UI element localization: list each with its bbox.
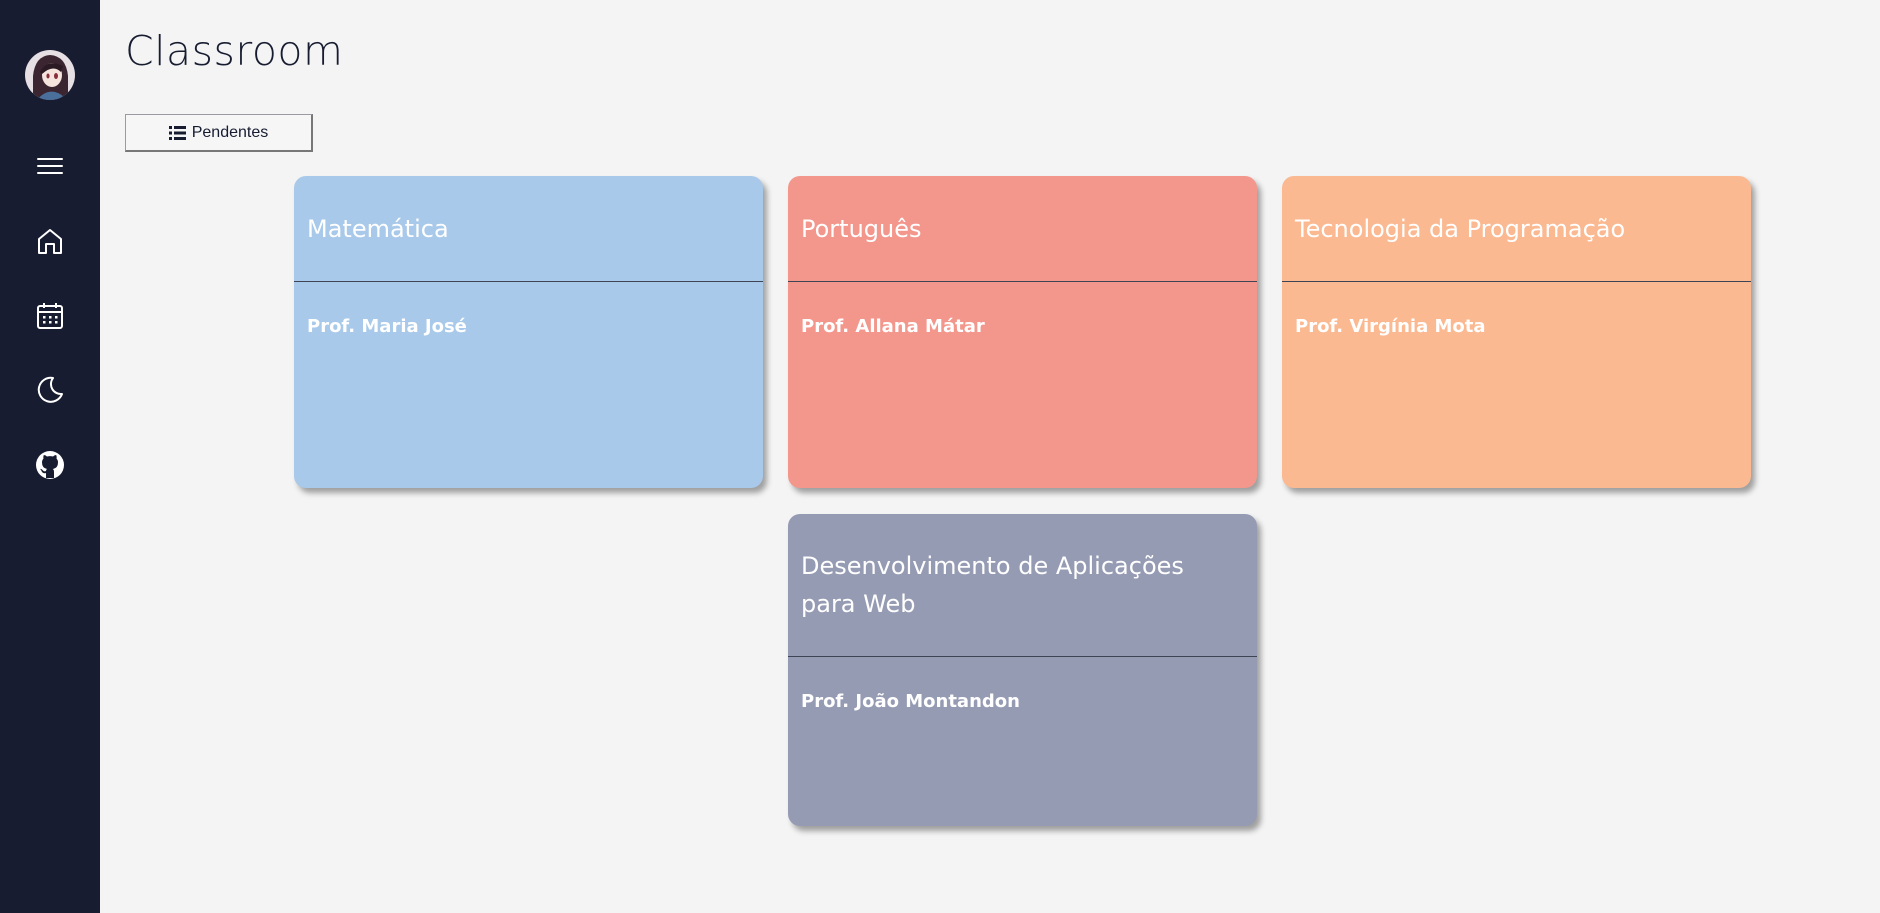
course-title: Desenvolvimento de Aplicações para Web [788, 514, 1257, 657]
course-card[interactable]: Tecnologia da Programação Prof. Virgínia… [1282, 176, 1751, 488]
avatar[interactable] [25, 50, 75, 100]
github-icon[interactable] [34, 449, 66, 481]
menu-icon[interactable] [34, 150, 66, 182]
home-icon[interactable] [34, 225, 66, 257]
page-title: Classroom [125, 27, 344, 75]
course-title: Matemática [294, 176, 763, 282]
course-teacher: Prof. Virgínia Mota [1295, 316, 1486, 337]
calendar-icon[interactable] [34, 300, 66, 332]
course-card[interactable]: Matemática Prof. Maria José [294, 176, 763, 488]
course-teacher: Prof. João Montandon [801, 691, 1020, 712]
course-card[interactable]: Desenvolvimento de Aplicações para Web P… [788, 514, 1257, 826]
list-icon [168, 125, 186, 140]
course-teacher: Prof. Maria José [307, 316, 467, 337]
moon-icon[interactable] [34, 374, 66, 406]
course-title: Tecnologia da Programação [1282, 176, 1751, 282]
course-card[interactable]: Português Prof. Allana Mátar [788, 176, 1257, 488]
course-title: Português [788, 176, 1257, 282]
pending-button[interactable]: Pendentes [125, 114, 313, 152]
avatar-image [25, 50, 75, 100]
sidebar [0, 0, 100, 913]
course-teacher: Prof. Allana Mátar [801, 316, 985, 337]
pending-label: Pendentes [191, 123, 269, 141]
